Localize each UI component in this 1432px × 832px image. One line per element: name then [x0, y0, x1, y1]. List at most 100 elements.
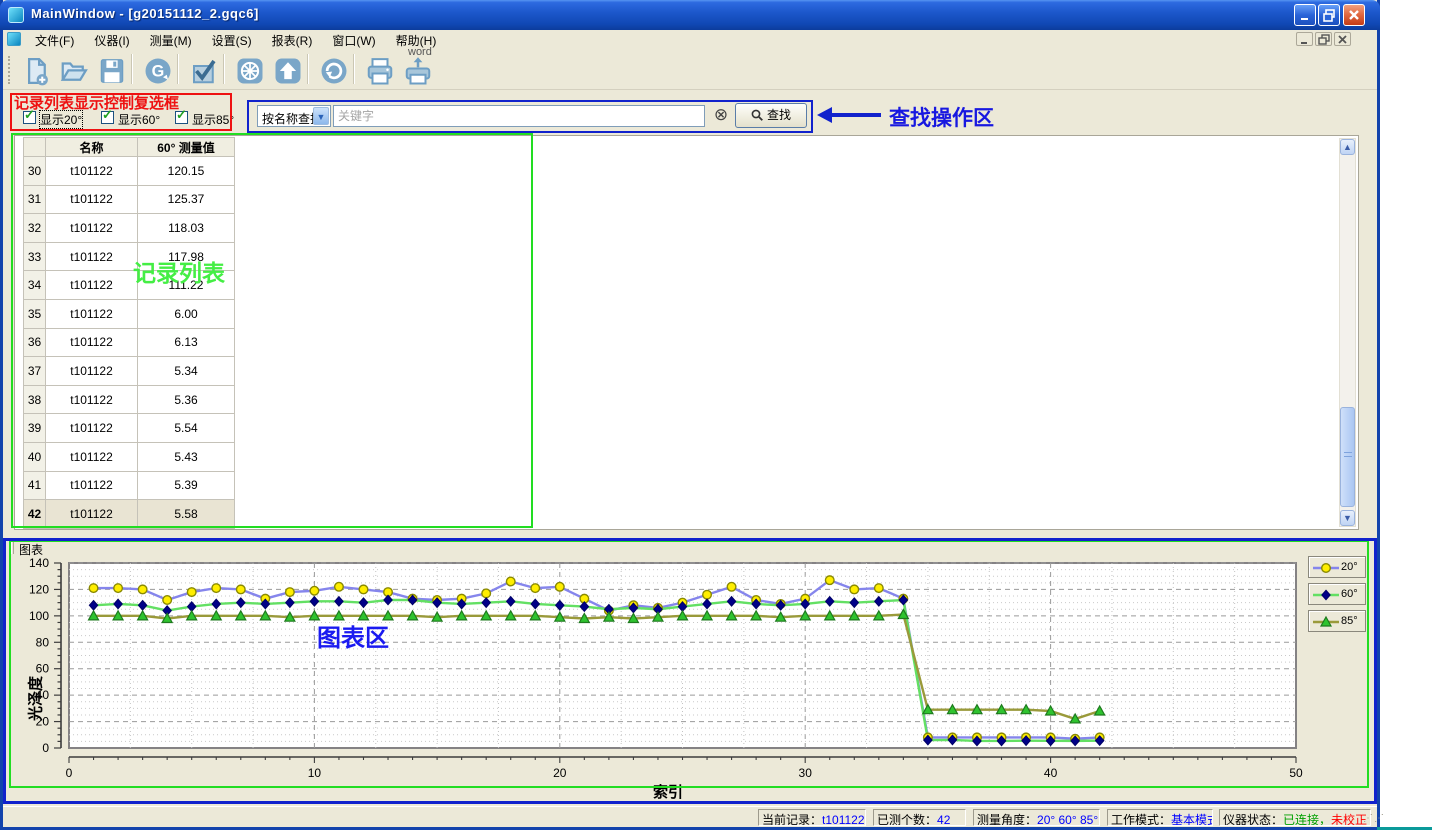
- cell-name: t101122: [46, 300, 138, 329]
- keyword-input[interactable]: [333, 105, 705, 127]
- check-icon: ✓: [24, 107, 35, 123]
- cell-value: 5.34: [138, 357, 235, 386]
- table-row[interactable]: 38t1011225.36: [23, 386, 235, 415]
- legend-item-85[interactable]: 85°: [1308, 610, 1366, 632]
- export-word-button[interactable]: word: [399, 52, 435, 88]
- upload-button[interactable]: [269, 52, 305, 88]
- control-row: 记录列表显示控制复选框 ✓显示20°✓显示60°✓显示85° 按名称查找 ▼ ⊗…: [3, 90, 1377, 135]
- svg-text:0: 0: [42, 741, 49, 755]
- cell-name: t101122: [46, 157, 138, 186]
- cell-value: 5.54: [138, 414, 235, 443]
- svg-text:80: 80: [36, 635, 50, 649]
- svg-text:30: 30: [799, 766, 813, 780]
- status-label: 当前记录：: [762, 813, 822, 826]
- status-value: 已连接，: [1283, 813, 1331, 826]
- annotation-arrow-icon: [817, 107, 832, 123]
- column-header[interactable]: [23, 137, 46, 157]
- title-bar[interactable]: MainWindow - [g20151112_2.gqc6]: [0, 0, 1380, 30]
- screen-edge-line: [1377, 827, 1432, 830]
- clear-search-icon[interactable]: ⊗: [710, 104, 732, 126]
- cell-name: t101122: [46, 472, 138, 501]
- record-table: 名称60° 测量值30t101122120.1531t101122125.373…: [23, 137, 235, 529]
- legend-label: 85°: [1341, 615, 1358, 627]
- search-mode-combobox[interactable]: 按名称查找 ▼: [257, 105, 331, 127]
- sync-instrument-button[interactable]: G: [139, 52, 175, 88]
- cell-index: 35: [23, 300, 46, 329]
- close-button[interactable]: [1343, 4, 1365, 26]
- refresh-rotate-button[interactable]: [315, 52, 351, 88]
- legend-item-60[interactable]: 60°: [1308, 583, 1366, 605]
- status-label: 工作模式：: [1111, 813, 1171, 826]
- cell-name: t101122: [46, 329, 138, 358]
- svg-text:10: 10: [308, 766, 322, 780]
- toolbar: Gword: [3, 48, 1377, 90]
- checkbox-label: 显示60°: [118, 111, 160, 128]
- table-row[interactable]: 37t1011225.34: [23, 357, 235, 386]
- cell-index: 41: [23, 472, 46, 501]
- cell-value: 5.36: [138, 386, 235, 415]
- cell-value: 5.43: [138, 443, 235, 472]
- scroll-down-button[interactable]: ▼: [1340, 510, 1355, 526]
- status-panel: 仪器状态：已连接，未校正: [1219, 809, 1371, 826]
- svg-text:20: 20: [553, 766, 567, 780]
- check-icon: ✓: [176, 107, 187, 123]
- table-row[interactable]: 36t1011226.13: [23, 329, 235, 358]
- table-row[interactable]: 31t101122125.37: [23, 186, 235, 215]
- vertical-scrollbar[interactable]: ▲ ▼: [1339, 138, 1356, 527]
- search-area-annotation: 查找操作区: [889, 102, 994, 132]
- toolbar-grip[interactable]: [8, 56, 12, 84]
- column-header[interactable]: 60° 测量值: [138, 137, 235, 157]
- table-row[interactable]: 35t1011226.00: [23, 300, 235, 329]
- find-button[interactable]: 查找: [735, 103, 807, 128]
- y-axis-label: 光泽度: [25, 669, 46, 729]
- mdi-minimize-button[interactable]: [1296, 32, 1313, 46]
- mdi-restore-button[interactable]: [1315, 32, 1332, 46]
- chevron-down-icon[interactable]: ▼: [313, 107, 329, 125]
- status-label: 已测个数：: [877, 813, 937, 826]
- table-row[interactable]: 32t101122118.03: [23, 214, 235, 243]
- gloss-chart: 02040608010012014001020304050: [3, 538, 1377, 804]
- document-icon[interactable]: [7, 32, 21, 46]
- cell-name: t101122: [46, 443, 138, 472]
- status-panel: 已测个数：42: [873, 809, 966, 826]
- status-value: t101122: [822, 813, 865, 826]
- open-file-button[interactable]: [55, 52, 91, 88]
- table-row[interactable]: 40t1011225.43: [23, 443, 235, 472]
- column-header[interactable]: 名称: [46, 137, 138, 157]
- window-title: MainWindow - [g20151112_2.gqc6]: [31, 6, 259, 21]
- cell-index: 39: [23, 414, 46, 443]
- resize-grip[interactable]: ⋰⋰: [1363, 813, 1375, 825]
- svg-text:100: 100: [29, 609, 49, 623]
- scroll-up-button[interactable]: ▲: [1340, 139, 1355, 155]
- cell-value: 111.22: [138, 271, 235, 300]
- print-button[interactable]: [361, 52, 397, 88]
- table-row[interactable]: 39t1011225.54: [23, 414, 235, 443]
- restore-button[interactable]: [1318, 4, 1340, 26]
- svg-text:120: 120: [29, 582, 49, 596]
- minimize-button[interactable]: [1294, 4, 1316, 26]
- status-panel: 当前记录：t101122: [758, 809, 866, 826]
- table-row[interactable]: 42t1011225.58: [23, 500, 235, 529]
- annotation-arrow-shaft: [831, 113, 881, 117]
- save-file-button[interactable]: [93, 52, 129, 88]
- svg-text:40: 40: [1044, 766, 1058, 780]
- check-icon: ✓: [102, 107, 113, 123]
- status-panel: 工作模式：基本模式: [1107, 809, 1213, 826]
- status-label: 测量角度：: [977, 813, 1037, 826]
- table-row[interactable]: 41t1011225.39: [23, 472, 235, 501]
- table-row[interactable]: 33t101122117.98: [23, 243, 235, 272]
- checkbox-label: 显示85°: [192, 111, 234, 128]
- new-file-button[interactable]: [17, 52, 53, 88]
- toolbar-separator: [131, 54, 133, 84]
- scroll-thumb[interactable]: [1340, 407, 1355, 507]
- legend-item-20[interactable]: 20°: [1308, 556, 1366, 578]
- table-row[interactable]: 34t101122111.22: [23, 271, 235, 300]
- cell-index: 40: [23, 443, 46, 472]
- measure-check-button[interactable]: [185, 52, 221, 88]
- cell-name: t101122: [46, 357, 138, 386]
- mdi-close-button[interactable]: [1334, 32, 1351, 46]
- calibration-wheel-button[interactable]: [231, 52, 267, 88]
- checkbox-label: 显示20°: [40, 111, 82, 128]
- table-row[interactable]: 30t101122120.15: [23, 157, 235, 186]
- cell-index: 36: [23, 329, 46, 358]
